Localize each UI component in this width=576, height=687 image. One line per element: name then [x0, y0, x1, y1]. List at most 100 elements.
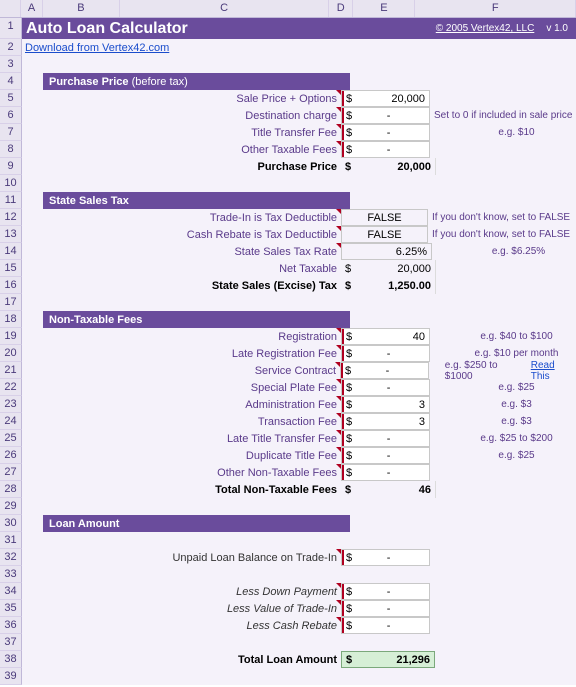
cell-fees-total: $46: [341, 481, 436, 498]
label-other-nontax: Other Non-Taxable Fees: [43, 464, 341, 481]
row-header[interactable]: 10: [0, 175, 22, 192]
row-header[interactable]: 9: [0, 158, 22, 175]
section-header-loan: Loan Amount: [43, 515, 350, 532]
input-transaction-fee[interactable]: $3: [341, 413, 430, 430]
row-header[interactable]: 5: [0, 90, 22, 107]
download-link[interactable]: Download from Vertex42.com: [22, 39, 169, 56]
hint: e.g. $10: [430, 124, 576, 141]
input-unpaid-balance[interactable]: $-: [341, 549, 430, 566]
input-duplicate-title[interactable]: $-: [341, 447, 430, 464]
row-header[interactable]: 13: [0, 226, 22, 243]
col-header-b[interactable]: B: [43, 0, 120, 17]
cell-net-taxable: $20,000: [341, 260, 436, 277]
row-header[interactable]: 35: [0, 600, 22, 617]
hint: e.g. $250 to $1000 Read This: [429, 362, 576, 379]
hint: e.g. $3: [430, 396, 576, 413]
row-header[interactable]: 17: [0, 294, 22, 311]
row-header[interactable]: 39: [0, 668, 22, 685]
label-less-down: Less Down Payment: [43, 583, 341, 600]
row-header[interactable]: 30: [0, 515, 22, 532]
col-header-d[interactable]: D: [329, 0, 353, 17]
row-header[interactable]: 33: [0, 566, 22, 583]
row-header[interactable]: 7: [0, 124, 22, 141]
cell-tax-rate[interactable]: 6.25%: [341, 243, 432, 260]
input-less-tradein[interactable]: $-: [341, 600, 430, 617]
row-header[interactable]: 25: [0, 430, 22, 447]
label-late-reg: Late Registration Fee: [43, 345, 341, 362]
spreadsheet: A B C D E F 1 Auto Loan Calculator © 200…: [0, 0, 576, 687]
corner-cell: [0, 0, 21, 17]
label-tax-total: State Sales (Excise) Tax: [43, 277, 341, 294]
input-service-contract[interactable]: $-: [340, 362, 429, 379]
col-header-a[interactable]: A: [21, 0, 42, 17]
row-header[interactable]: 32: [0, 549, 22, 566]
col-header-f[interactable]: F: [415, 0, 576, 17]
row-header[interactable]: 3: [0, 56, 22, 73]
label-other-taxable: Other Taxable Fees: [43, 141, 341, 158]
input-registration[interactable]: $40: [341, 328, 430, 345]
row-header[interactable]: 36: [0, 617, 22, 634]
col-header-e[interactable]: E: [353, 0, 415, 17]
row-header[interactable]: 19: [0, 328, 22, 345]
label-registration: Registration: [43, 328, 341, 345]
input-admin-fee[interactable]: $3: [341, 396, 430, 413]
row-header[interactable]: 28: [0, 481, 22, 498]
section-title: Purchase Price: [49, 76, 129, 88]
label-trade-in-deduct: Trade-In is Tax Deductible: [43, 209, 341, 226]
label-unpaid-balance: Unpaid Loan Balance on Trade-In: [43, 549, 341, 566]
row-header[interactable]: 18: [0, 311, 22, 328]
label-less-tradein: Less Value of Trade-In: [43, 600, 341, 617]
input-less-down[interactable]: $-: [341, 583, 430, 600]
label-special-plate: Special Plate Fee: [43, 379, 341, 396]
input-late-title[interactable]: $-: [341, 430, 430, 447]
row-header[interactable]: 38: [0, 651, 22, 668]
label-title-transfer: Title Transfer Fee: [43, 124, 341, 141]
input-other-taxable[interactable]: $-: [341, 141, 430, 158]
section-header-purchase: Purchase Price (before tax): [43, 73, 350, 90]
column-headers: A B C D E F: [0, 0, 576, 18]
row-header[interactable]: 16: [0, 277, 22, 294]
row-header[interactable]: 23: [0, 396, 22, 413]
row-header-1[interactable]: 1: [0, 18, 22, 39]
row-header[interactable]: 14: [0, 243, 22, 260]
hint: Set to 0 if included in sale price: [430, 107, 572, 124]
row-header[interactable]: 26: [0, 447, 22, 464]
section-header-tax: State Sales Tax: [43, 192, 350, 209]
row-header[interactable]: 27: [0, 464, 22, 481]
label-late-title: Late Title Transfer Fee: [43, 430, 341, 447]
input-late-reg[interactable]: $-: [341, 345, 430, 362]
row-header[interactable]: 20: [0, 345, 22, 362]
label-duplicate-title: Duplicate Title Fee: [43, 447, 341, 464]
row-header[interactable]: 22: [0, 379, 22, 396]
label-net-taxable: Net Taxable: [43, 260, 341, 277]
row-header[interactable]: 29: [0, 498, 22, 515]
title-banner: Auto Loan Calculator © 2005 Vertex42, LL…: [22, 18, 576, 39]
row-header-2[interactable]: 2: [0, 39, 22, 56]
row-header[interactable]: 34: [0, 583, 22, 600]
label-destination: Destination charge: [43, 107, 341, 124]
input-less-rebate[interactable]: $-: [341, 617, 430, 634]
row-header[interactable]: 15: [0, 260, 22, 277]
cell-trade-in-deduct[interactable]: FALSE: [341, 209, 428, 226]
row-header[interactable]: 8: [0, 141, 22, 158]
hint: e.g. $40 to $100: [430, 328, 576, 345]
col-header-c[interactable]: C: [120, 0, 329, 17]
comment-indicator-icon: [336, 243, 341, 248]
row-header[interactable]: 24: [0, 413, 22, 430]
input-special-plate[interactable]: $-: [341, 379, 430, 396]
cell-cash-rebate-deduct[interactable]: FALSE: [341, 226, 428, 243]
input-destination[interactable]: $-: [341, 107, 430, 124]
row-header[interactable]: 31: [0, 532, 22, 549]
input-title-transfer[interactable]: $-: [341, 124, 430, 141]
row-header[interactable]: 6: [0, 107, 22, 124]
row-header[interactable]: 4: [0, 73, 22, 90]
row-header[interactable]: 12: [0, 209, 22, 226]
label-transaction-fee: Transaction Fee: [43, 413, 341, 430]
label-tax-rate: State Sales Tax Rate: [43, 243, 341, 260]
input-sale-price[interactable]: $20,000: [341, 90, 430, 107]
label-sale-price: Sale Price + Options: [43, 90, 341, 107]
row-header[interactable]: 21: [0, 362, 22, 379]
row-header[interactable]: 37: [0, 634, 22, 651]
row-header[interactable]: 11: [0, 192, 22, 209]
input-other-nontax[interactable]: $-: [341, 464, 430, 481]
